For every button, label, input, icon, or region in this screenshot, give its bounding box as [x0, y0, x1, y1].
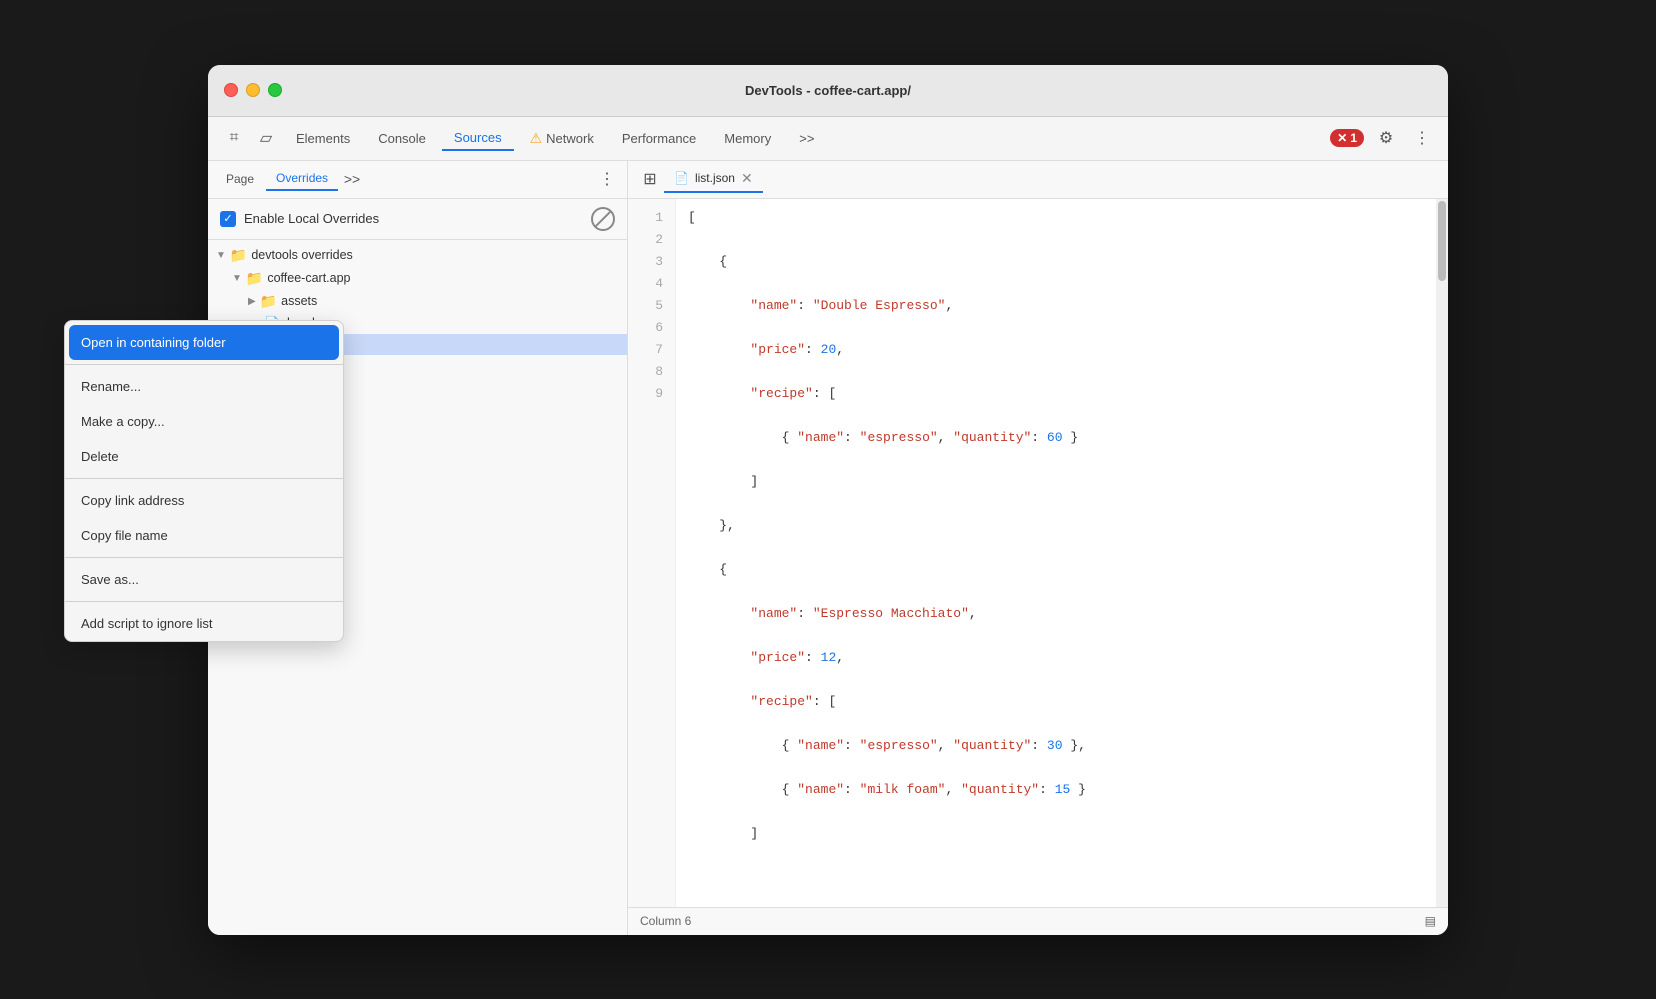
chevron-down-icon: ▼ — [232, 273, 242, 284]
context-menu-delete[interactable]: Delete — [208, 439, 343, 474]
context-menu-copy-filename[interactable]: Copy file name — [208, 518, 343, 553]
separator-4 — [208, 601, 343, 602]
tab-page[interactable]: Page — [216, 168, 264, 190]
tab-overrides[interactable]: Overrides — [266, 167, 338, 191]
chevron-right-icon: ▶ — [248, 296, 256, 307]
status-icon[interactable]: ▤ — [1425, 914, 1436, 928]
folder-icon: 📁 — [246, 270, 263, 287]
separator-3 — [208, 557, 343, 558]
tree-item-assets[interactable]: ▶ 📁 assets — [208, 290, 627, 313]
maximize-button[interactable] — [268, 83, 282, 97]
tab-filename: list.json — [695, 171, 735, 185]
devtools-window: DevTools - coffee-cart.app/ ⌗ ▱ Elements… — [208, 65, 1448, 935]
device-icon[interactable]: ▱ — [252, 124, 280, 152]
tab-right-actions: ✕ 1 ⚙ ⋮ — [1330, 124, 1436, 152]
warning-icon: ⚠ — [530, 130, 543, 147]
tab-network[interactable]: ⚠ Network — [518, 126, 606, 151]
tree-label: devtools overrides — [251, 248, 352, 262]
tab-sources[interactable]: Sources — [442, 126, 514, 151]
panel-menu-icon[interactable]: ⋮ — [595, 167, 619, 191]
editor-tab-list-json[interactable]: 📄 list.json ✕ — [664, 166, 763, 193]
tree-label: coffee-cart.app — [267, 271, 350, 285]
file-icon: 📄 — [674, 171, 689, 185]
block-icon[interactable] — [591, 207, 615, 231]
tree-label: assets — [281, 294, 317, 308]
close-tab-icon[interactable]: ✕ — [741, 170, 753, 187]
window-title: DevTools - coffee-cart.app/ — [745, 83, 911, 98]
code-content[interactable]: [ { "name": "Double Espresso", "price": … — [676, 199, 1436, 907]
context-menu-copy-link[interactable]: Copy link address — [208, 483, 343, 518]
inspect-icon[interactable]: ⌗ — [220, 124, 248, 152]
chevron-down-icon: ▼ — [216, 250, 226, 261]
status-column: Column 6 — [640, 914, 691, 928]
folder-icon: 📁 — [260, 293, 277, 310]
context-menu-open-folder[interactable]: Open in containing folder — [208, 325, 339, 360]
tab-bar: ⌗ ▱ Elements Console Sources ⚠ Network P… — [208, 117, 1448, 161]
error-badge[interactable]: ✕ 1 — [1330, 129, 1364, 147]
right-panel: ⊞ 📄 list.json ✕ 1 2 3 4 5 6 7 8 — [628, 161, 1448, 935]
settings-icon[interactable]: ⚙ — [1372, 124, 1400, 152]
status-bar-right: ▤ — [1425, 914, 1436, 928]
context-menu-overlay: Open in containing folder Rename... Make… — [208, 320, 344, 642]
tab-more[interactable]: >> — [787, 127, 826, 150]
scrollbar[interactable] — [1436, 199, 1448, 907]
context-menu-save-as[interactable]: Save as... — [208, 562, 343, 597]
tab-memory[interactable]: Memory — [712, 127, 783, 150]
overrides-label: Enable Local Overrides — [244, 211, 379, 226]
minimize-button[interactable] — [246, 83, 260, 97]
scrollbar-thumb[interactable] — [1438, 201, 1446, 281]
context-menu-rename[interactable]: Rename... — [208, 369, 343, 404]
left-panel: Page Overrides >> ⋮ ✓ Enable Local Overr… — [208, 161, 628, 935]
more-options-icon[interactable]: ⋮ — [1408, 124, 1436, 152]
enable-overrides-checkbox[interactable]: ✓ — [220, 211, 236, 227]
tab-elements[interactable]: Elements — [284, 127, 362, 150]
separator-2 — [208, 478, 343, 479]
context-menu-add-ignore[interactable]: Add script to ignore list — [208, 606, 343, 641]
traffic-lights — [224, 83, 282, 97]
folder-icon: 📁 — [230, 247, 247, 264]
main-content: Page Overrides >> ⋮ ✓ Enable Local Overr… — [208, 161, 1448, 935]
line-numbers: 1 2 3 4 5 6 7 8 9 — [628, 199, 676, 907]
title-bar: DevTools - coffee-cart.app/ — [208, 65, 1448, 117]
close-button[interactable] — [224, 83, 238, 97]
panel-tab-more[interactable]: >> — [340, 167, 364, 191]
overrides-row: ✓ Enable Local Overrides — [208, 199, 627, 240]
context-menu-make-copy[interactable]: Make a copy... — [208, 404, 343, 439]
status-bar: Column 6 ▤ — [628, 907, 1448, 935]
panel-tabs: Page Overrides >> ⋮ — [208, 161, 627, 199]
tab-performance[interactable]: Performance — [610, 127, 708, 150]
tree-item-coffee-cart[interactable]: ▼ 📁 coffee-cart.app — [208, 267, 627, 290]
editor-tabs: ⊞ 📄 list.json ✕ — [628, 161, 1448, 199]
context-menu: Open in containing folder Rename... Make… — [208, 320, 344, 642]
sidebar-toggle-icon[interactable]: ⊞ — [636, 165, 664, 193]
code-area[interactable]: 1 2 3 4 5 6 7 8 9 [ { "name": "Double Es… — [628, 199, 1448, 907]
tree-item-devtools-overrides[interactable]: ▼ 📁 devtools overrides — [208, 244, 627, 267]
separator-1 — [208, 364, 343, 365]
error-x-icon: ✕ — [1337, 131, 1347, 145]
tab-console[interactable]: Console — [366, 127, 438, 150]
